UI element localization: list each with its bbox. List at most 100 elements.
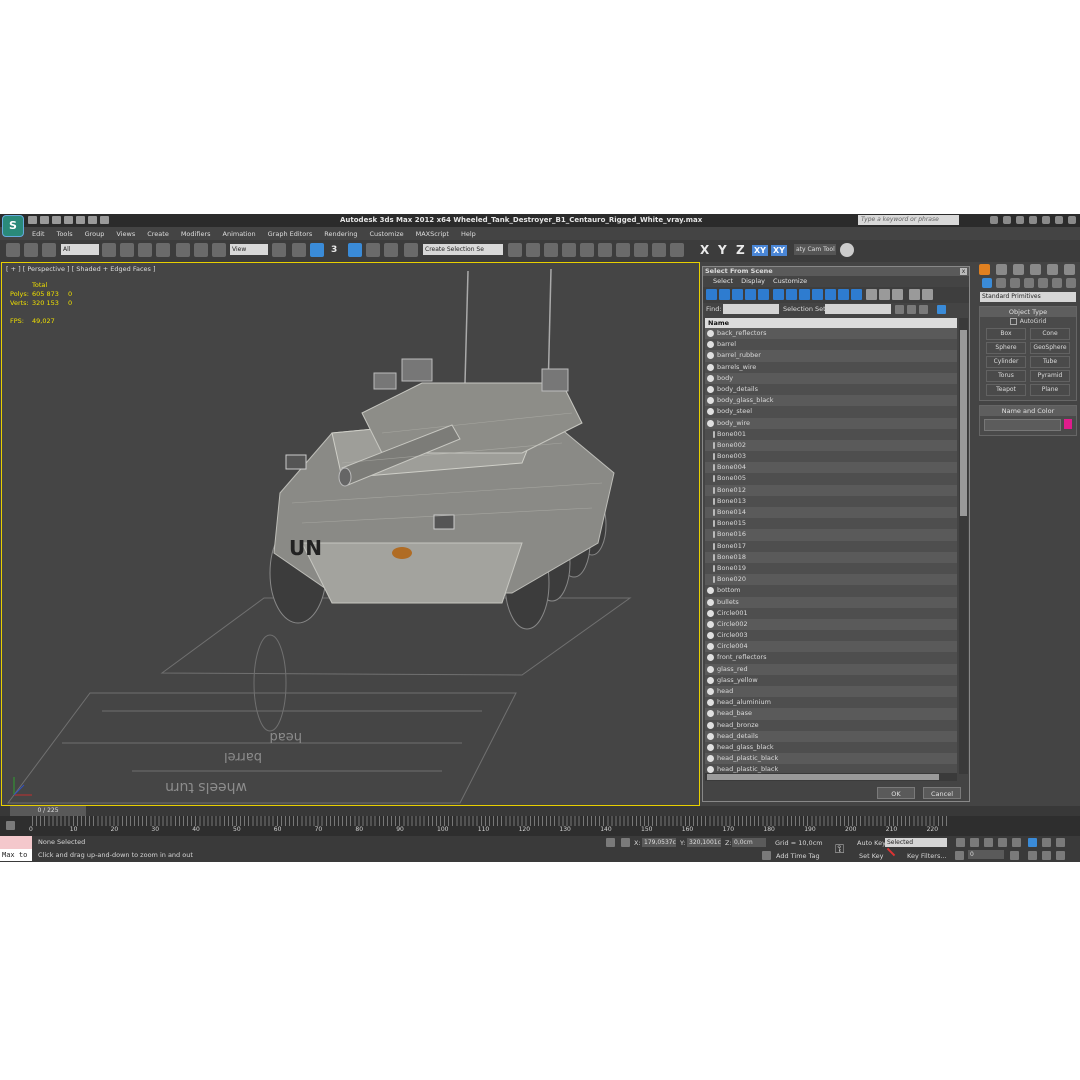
add-time-tag-button[interactable]: Add Time Tag [776,852,820,860]
mini-curve-editor-icon[interactable] [6,821,15,830]
zoom-all-icon[interactable] [1042,838,1051,847]
play-icon[interactable] [984,838,993,847]
unlink-icon[interactable] [24,243,38,257]
snaps-toggle[interactable]: 3 [331,245,337,255]
zoom-extents-icon[interactable] [1056,838,1065,847]
select-and-manipulate-icon[interactable] [292,243,306,257]
save-file-icon[interactable] [52,216,61,224]
cancel-button[interactable]: Cancel [923,787,961,799]
shapes-category-icon[interactable] [996,278,1006,288]
list-item[interactable]: head_aluminium [705,697,957,709]
spinner-snap-icon[interactable] [384,243,398,257]
quick-access-dropdown-icon[interactable] [100,216,109,224]
key-filters-button[interactable]: Key Filters... [907,852,947,860]
list-item[interactable]: head_details [705,730,957,742]
maximize-icon[interactable] [1055,216,1063,224]
favorites-star-icon[interactable] [1016,216,1024,224]
current-frame-field[interactable]: 0 [968,850,1004,859]
list-item[interactable]: bullets [705,596,957,608]
coord-x-field[interactable]: 179,0537c [642,838,676,847]
list-item[interactable]: Bone013 [705,495,957,507]
coord-y-field[interactable]: 320,1001c [687,838,721,847]
hierarchy-tab-icon[interactable] [1013,264,1024,275]
selection-set-add-icon[interactable] [895,305,904,314]
find-input[interactable] [723,304,779,314]
minimize-icon[interactable] [1042,216,1050,224]
binoculars-icon[interactable] [990,216,998,224]
sphere-button[interactable]: Sphere [986,342,1026,354]
selection-set-options-icon[interactable] [937,305,946,314]
create-tab-icon[interactable] [979,264,990,275]
next-frame-icon[interactable] [998,838,1007,847]
field-of-view-icon[interactable] [1028,851,1037,860]
named-selection-set-dropdown[interactable]: Create Selection Se [423,244,503,255]
tube-button[interactable]: Tube [1030,356,1070,368]
cone-button[interactable]: Cone [1030,328,1070,340]
reference-coordinate-dropdown[interactable]: View [230,244,268,255]
list-item[interactable]: Bone012 [705,484,957,496]
list-item[interactable]: barrel_rubber [705,350,957,362]
select-none-icon[interactable] [879,289,890,300]
time-configuration-icon[interactable] [1010,851,1019,860]
list-item[interactable]: head_bronze [705,719,957,731]
application-button[interactable]: S [2,215,24,237]
select-by-name-icon[interactable] [120,243,134,257]
display-lights-icon[interactable] [732,289,743,300]
dialog-close-button[interactable]: x [960,268,967,275]
list-item[interactable]: body_wire [705,417,957,429]
list-item[interactable]: Bone015 [705,518,957,530]
axis-constraint-y[interactable]: Y [718,243,727,257]
select-and-link-icon[interactable] [6,243,20,257]
display-frozen-icon[interactable] [838,289,849,300]
help-icon[interactable] [1029,216,1037,224]
select-all-icon[interactable] [866,289,877,300]
track-bar[interactable]: 0 10 20 30 40 50 60 70 80 90 100 110 120 130 140 150 160… [0,816,1080,836]
layer-manager-icon[interactable] [544,243,558,257]
box-button[interactable]: Box [986,328,1026,340]
list-item[interactable]: head_glass_black [705,741,957,754]
menu-animation[interactable]: Animation [217,228,262,240]
dialog-menu-select[interactable]: Select [709,276,737,287]
modify-tab-icon[interactable] [996,264,1007,275]
menu-views[interactable]: Views [110,228,141,240]
previous-frame-icon[interactable] [970,838,979,847]
systems-category-icon[interactable] [1066,278,1076,288]
object-color-swatch[interactable] [1064,419,1072,429]
time-tag-icon[interactable] [762,851,771,860]
cameras-category-icon[interactable] [1024,278,1034,288]
list-item[interactable]: glass_red [705,663,957,675]
align-icon[interactable] [526,243,540,257]
display-containers-icon[interactable] [825,289,836,300]
geosphere-button[interactable]: GeoSphere [1030,342,1070,354]
angle-snap-icon[interactable] [348,243,362,257]
cylinder-button[interactable]: Cylinder [986,356,1026,368]
list-item[interactable]: body_details [705,383,957,396]
absolute-mode-icon[interactable] [621,838,630,847]
auto-key-button[interactable]: Auto Key [857,839,886,847]
menu-graph-editors[interactable]: Graph Editors [262,228,319,240]
communication-center-icon[interactable] [1003,216,1011,224]
display-helpers-icon[interactable] [758,289,769,300]
list-item[interactable]: Circle001 [705,607,957,619]
mirror-icon[interactable] [508,243,522,257]
maxscript-listener-output[interactable] [0,836,32,849]
dialog-menu-display[interactable]: Display [737,276,769,287]
name-and-color-header[interactable]: Name and Color [980,406,1076,416]
axis-constraint-xy[interactable]: XY [752,245,768,256]
list-item[interactable]: Bone003 [705,451,957,463]
list-item[interactable]: body_glass_black [705,395,957,407]
menu-edit[interactable]: Edit [26,228,51,240]
undo-icon[interactable] [64,216,73,224]
pan-view-icon[interactable] [1042,851,1051,860]
pivot-center-icon[interactable] [272,243,286,257]
display-shapes-icon[interactable] [719,289,730,300]
open-file-icon[interactable] [40,216,49,224]
display-geometry-icon[interactable] [706,289,717,300]
list-item[interactable]: Bone001 [705,428,957,440]
motion-tab-icon[interactable] [1030,264,1041,275]
perspective-viewport[interactable]: head barrel wheels turn UN [+] [Persp… [1,262,700,806]
select-and-move-icon[interactable] [176,243,190,257]
orbit-icon[interactable] [1056,851,1065,860]
edit-named-selection-icon[interactable] [404,243,418,257]
set-key-icon[interactable]: ⚿ [835,842,844,857]
